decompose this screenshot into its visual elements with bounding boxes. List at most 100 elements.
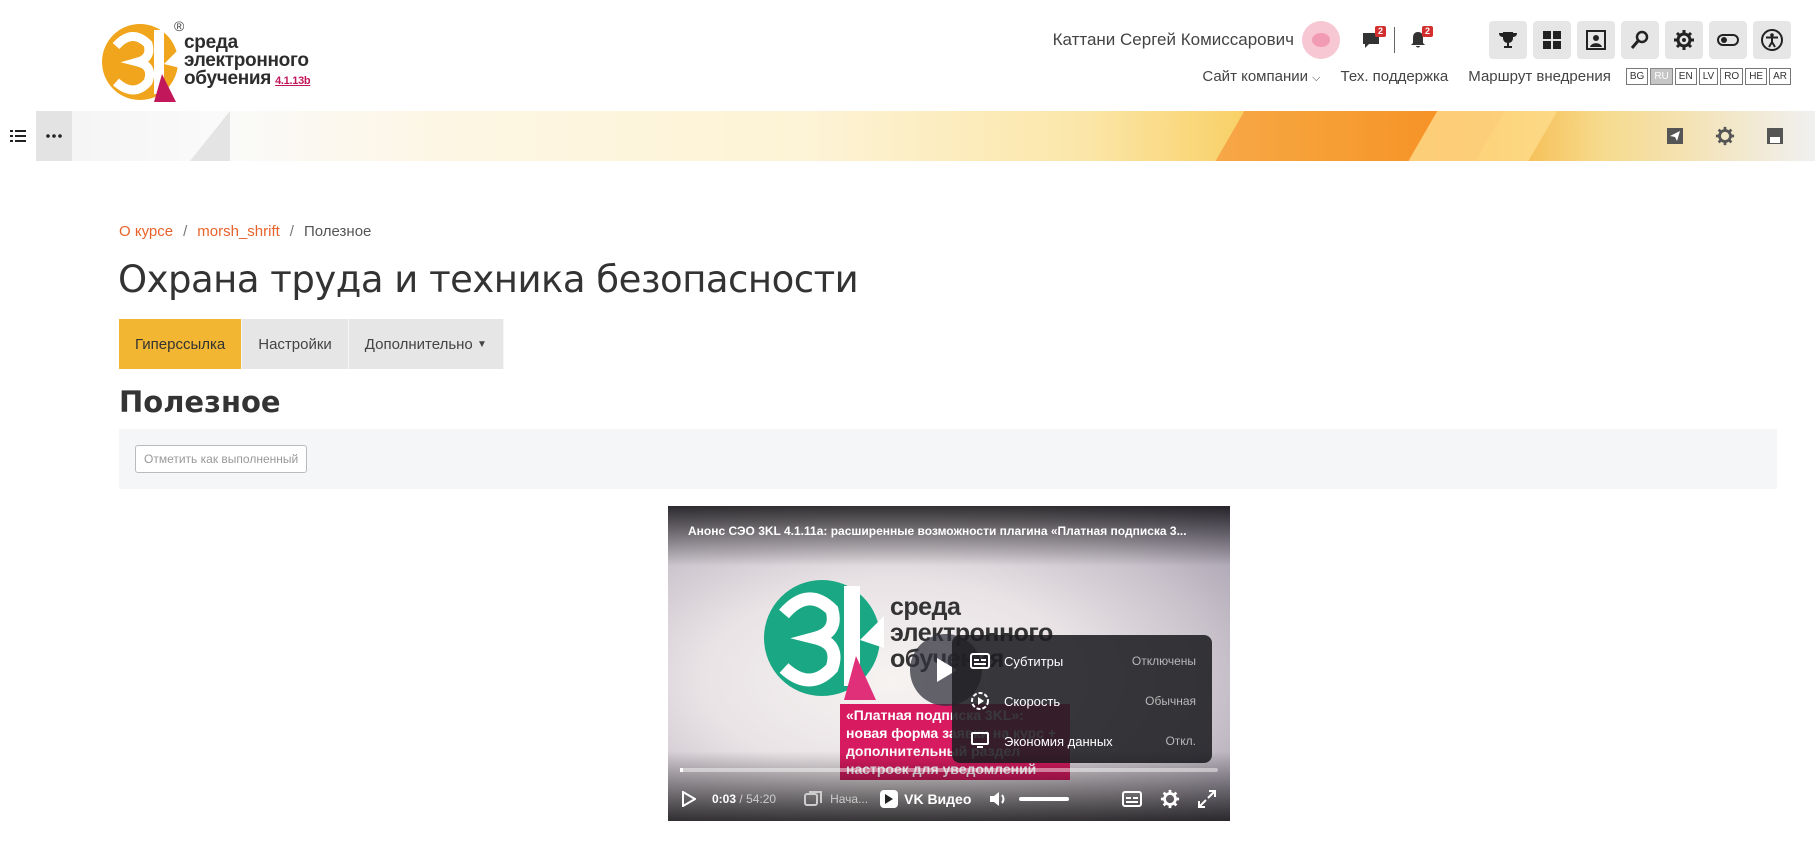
video-progress-fill (680, 768, 684, 772)
banner-actions (1661, 122, 1789, 150)
vk-video-icon (880, 790, 899, 808)
current-time: 0:03 (712, 792, 737, 806)
mark-complete-button[interactable]: Отметить как выполненный (135, 445, 308, 473)
list-icon (10, 130, 26, 142)
video-settings-button[interactable] (1160, 789, 1180, 809)
video-player[interactable]: среда электронного обучения «Платная под… (668, 506, 1230, 821)
notifications-button[interactable]: 2 (1399, 21, 1437, 59)
tab-more[interactable]: Дополнительно ▼ (348, 319, 504, 369)
breadcrumb: О курсе / morsh_shrift / Полезное (119, 223, 371, 240)
logo-line-3: обучения 4.1.13b (184, 68, 311, 90)
notifications-badge: 2 (1421, 26, 1433, 37)
breadcrumb-course[interactable]: О курсе (119, 223, 173, 240)
route-link[interactable]: Маршрут внедрения (1468, 68, 1611, 85)
menu-item-subtitles[interactable]: Субтитры Отключены (952, 641, 1212, 681)
chapters-icon (804, 791, 823, 806)
lang-lv[interactable]: LV (1698, 68, 1719, 85)
menu-item-label: Скорость (1004, 693, 1061, 709)
trophy-icon (1499, 32, 1517, 48)
lang-ru[interactable]: RU (1650, 68, 1673, 85)
video-right-controls (1122, 789, 1216, 809)
breadcrumb-separator: / (289, 223, 294, 240)
breadcrumb-section[interactable]: morsh_shrift (197, 223, 280, 240)
floppy-icon (1767, 128, 1783, 144)
breadcrumb-separator: / (183, 223, 188, 240)
company-site-link[interactable]: Сайт компании ⌵ (1202, 68, 1320, 85)
search-button[interactable] (1621, 21, 1659, 59)
page-settings-button[interactable] (1711, 122, 1739, 150)
menu-item-speed[interactable]: Скорость Обычная (952, 681, 1212, 721)
volume-slider[interactable] (1019, 797, 1070, 801)
header-links: Сайт компании ⌵ Тех. поддержка Маршрут в… (1182, 68, 1791, 85)
site-logo[interactable]: ® среда электронного обучения 4.1.13b (102, 18, 322, 103)
lang-bg[interactable]: BG (1625, 68, 1649, 85)
achievements-button[interactable] (1489, 21, 1527, 59)
play-button[interactable] (682, 791, 696, 807)
menu-item-label: Экономия данных (1004, 733, 1113, 749)
tab-more-label: Дополнительно (364, 335, 473, 353)
toggle-icon (1717, 34, 1739, 46)
chevron-down-icon: ⌵ (1312, 72, 1321, 84)
lang-he[interactable]: HE (1745, 68, 1768, 85)
tab-hyperlink[interactable]: Гиперссылка (119, 319, 243, 369)
page-title: Охрана труда и техника безопасности (118, 258, 859, 301)
chevron-down-icon: ▼ (476, 338, 487, 350)
tab-settings[interactable]: Настройки (242, 319, 349, 369)
logo-version[interactable]: 4.1.13b (275, 75, 311, 87)
activity-info: Отметить как выполненный (119, 429, 1777, 489)
subtitles-button[interactable] (1122, 791, 1142, 807)
video-logo-line-1: среда (890, 593, 961, 621)
vk-video-brand[interactable]: VK Видео (880, 790, 971, 808)
menu-item-label: Субтитры (1004, 653, 1064, 669)
breadcrumb-current: Полезное (303, 223, 372, 240)
lang-ar[interactable]: AR (1769, 68, 1791, 85)
gear-icon (1674, 30, 1694, 50)
save-button[interactable] (1761, 122, 1789, 150)
avatar[interactable] (1302, 21, 1340, 59)
courses-button[interactable] (1577, 21, 1615, 59)
duration: 54:20 (746, 792, 777, 806)
drawer-controls (0, 111, 72, 161)
lang-en[interactable]: EN (1674, 68, 1697, 85)
user-name[interactable]: Каттани Сергей Комиссарович (1053, 30, 1294, 50)
volume-button[interactable] (989, 790, 1009, 808)
accessibility-button[interactable] (1753, 21, 1791, 59)
grid-icon (1543, 31, 1561, 49)
send-icon (1667, 128, 1683, 144)
theme-toggle-button[interactable] (1709, 21, 1747, 59)
play-icon (682, 791, 696, 807)
divider (1394, 27, 1395, 53)
logo-mark-icon (102, 24, 180, 102)
vk-video-label: VK Видео (904, 791, 972, 807)
lang-ro[interactable]: RO (1720, 68, 1744, 85)
language-switcher: BG RU EN LV RO HE AR (1624, 68, 1791, 85)
video-title[interactable]: Анонс СЭО 3KL 4.1.11а: расширенные возмо… (688, 524, 1208, 538)
subtitles-icon (968, 649, 992, 673)
send-button[interactable] (1661, 122, 1689, 150)
logo-line-3-text: обучения (184, 68, 272, 89)
registered-mark: ® (174, 18, 185, 34)
gear-icon (1715, 126, 1735, 146)
video-settings-menu: Субтитры Отключены Скорость Обычная Экон… (952, 635, 1212, 763)
toolbar (1483, 21, 1791, 59)
more-actions-button[interactable] (36, 111, 72, 161)
speed-icon (968, 689, 992, 713)
support-link[interactable]: Тех. поддержка (1341, 68, 1449, 85)
chapter-button[interactable]: Нача... (804, 791, 868, 807)
video-progress-bar[interactable] (680, 768, 1218, 772)
video-controls: 0:03 / 54:20 Нача... VK Видео (668, 778, 1230, 820)
ellipsis-icon (46, 134, 62, 138)
dashboard-button[interactable] (1533, 21, 1571, 59)
data-saver-icon (968, 729, 992, 753)
course-index-button[interactable] (0, 111, 36, 161)
gear-icon (1160, 789, 1180, 809)
video-logo-icon (764, 580, 884, 700)
fullscreen-button[interactable] (1198, 790, 1216, 808)
header-banner (0, 111, 1815, 161)
search-icon (1630, 30, 1649, 49)
contacts-icon (1586, 30, 1606, 50)
chapter-label: Нача... (830, 792, 869, 806)
settings-button[interactable] (1665, 21, 1703, 59)
banner-decoration (190, 111, 230, 161)
messages-button[interactable]: 2 (1352, 21, 1390, 59)
